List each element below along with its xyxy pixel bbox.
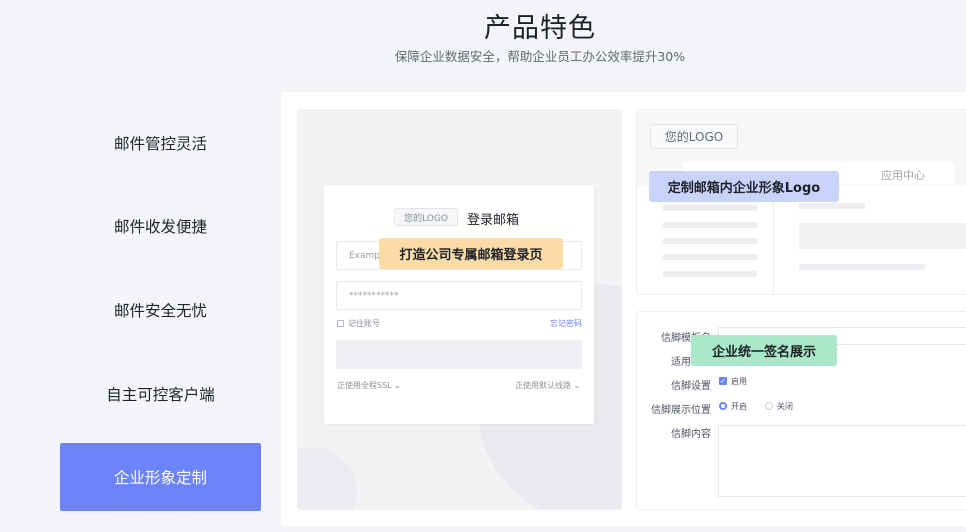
mailbox-preview: 您的LOGO 应用中心	[636, 109, 966, 295]
list-placeholder	[663, 271, 757, 277]
content-placeholder	[799, 203, 865, 209]
chevron-down-icon: ⌄	[573, 381, 581, 390]
nav-item-brand-customization[interactable]: 企业形象定制	[60, 443, 261, 511]
list-placeholder	[663, 254, 757, 260]
signature-content-textarea[interactable]	[718, 425, 966, 497]
password-input[interactable]: ***********	[336, 281, 582, 310]
enable-label: 启用	[731, 377, 747, 386]
signature-callout-tag: 企业统一签名展示	[691, 335, 837, 366]
nav-item-client[interactable]: 自主可控客户端	[60, 360, 261, 428]
route-label: 正使用默认线路	[515, 381, 571, 390]
position-off-radio[interactable]	[765, 402, 773, 410]
page-title: 产品特色	[484, 13, 596, 44]
remember-checkbox[interactable]	[337, 320, 344, 327]
list-placeholder	[663, 238, 757, 244]
nav-item-label: 邮件管控灵活	[113, 135, 207, 153]
nav-item-label: 自主可控客户端	[106, 386, 215, 404]
content-placeholder	[799, 223, 966, 249]
content-placeholder	[799, 264, 925, 270]
route-status[interactable]: 正使用默认线路 ⌄	[515, 380, 580, 391]
ssl-label: 正使用全程SSL	[337, 381, 392, 390]
nav-item-label: 企业形象定制	[113, 469, 207, 487]
mailbox-body	[637, 186, 966, 294]
login-heading: 登录邮箱	[467, 213, 520, 228]
enable-checkbox[interactable]: ✓	[719, 377, 727, 385]
login-button[interactable]	[336, 340, 582, 369]
apply-label: 适用	[671, 357, 691, 368]
position-off-label: 关闭	[777, 402, 793, 411]
login-card: 您的LOGO 登录邮箱 Example *********** 记住账号 忘记密…	[324, 186, 594, 424]
login-logo-placeholder: 您的LOGO	[394, 208, 458, 226]
login-callout-tag: 打造公司专属邮箱登录页	[379, 238, 563, 269]
page-subtitle: 保障企业数据安全，帮助企业员工办公效率提升30%	[394, 49, 686, 64]
ssl-status[interactable]: 正使用全程SSL ⌄	[337, 380, 401, 391]
mailbox-callout-tag: 定制邮箱内企业形象Logo	[649, 171, 839, 202]
nav-item-mail-control[interactable]: 邮件管控灵活	[60, 109, 261, 177]
signature-content-label: 信脚内容	[671, 429, 711, 440]
position-on-label: 开启	[731, 402, 747, 411]
position-on-radio[interactable]	[719, 402, 727, 410]
password-mask: ***********	[349, 290, 399, 301]
signature-position-label: 信脚展示位置	[651, 405, 711, 416]
forgot-password-link[interactable]: 忘记密码	[550, 318, 582, 329]
nav-item-label: 邮件收发便捷	[113, 218, 207, 236]
remember-label: 记住账号	[348, 319, 380, 328]
tab-app-center[interactable]: 应用中心	[881, 167, 925, 183]
nav-item-mail-send-receive[interactable]: 邮件收发便捷	[60, 192, 261, 260]
nav-item-label: 邮件安全无忧	[113, 302, 207, 320]
decor-circle	[297, 447, 357, 510]
list-placeholder	[663, 205, 757, 211]
signature-setting-label: 信脚设置	[671, 381, 711, 392]
mailbox-logo-placeholder: 您的LOGO	[650, 124, 738, 149]
list-placeholder	[663, 222, 757, 228]
chevron-down-icon: ⌄	[394, 381, 401, 390]
divider	[773, 186, 774, 294]
nav-item-mail-security[interactable]: 邮件安全无忧	[60, 276, 261, 344]
